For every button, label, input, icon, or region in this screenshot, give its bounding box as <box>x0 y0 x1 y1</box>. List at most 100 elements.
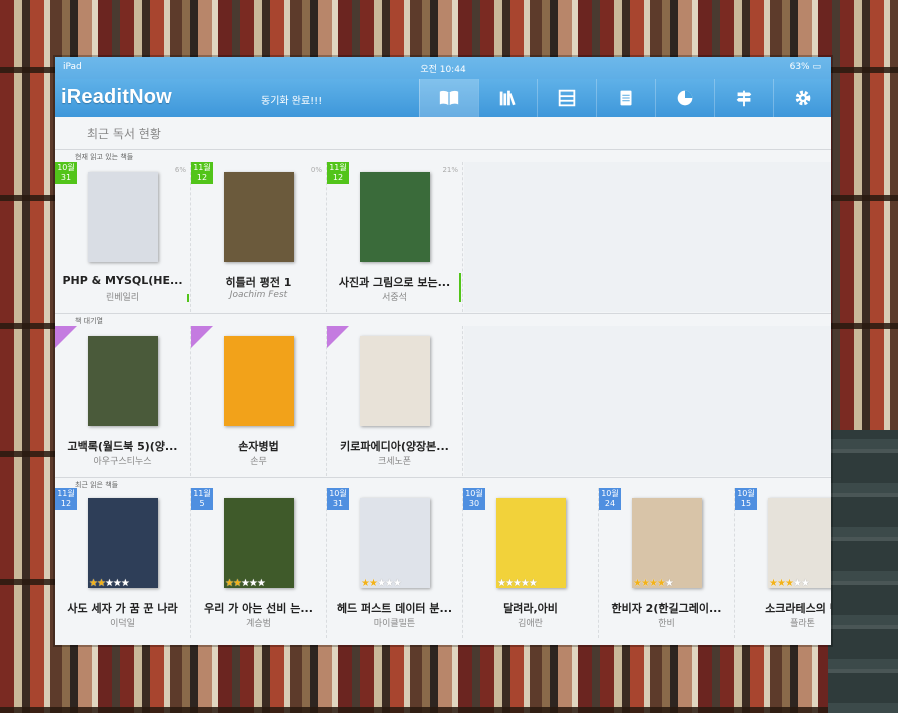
book-cover[interactable] <box>496 498 566 588</box>
tab-reading-status[interactable] <box>419 79 478 117</box>
book-card[interactable]: 10월 30 ★★★★★ 달려라,아비 김애란 <box>463 488 599 638</box>
date-badge: 10월 31 <box>55 162 77 184</box>
book-card[interactable]: 11월 12 0% 히틀러 평전 1 Joachim Fest <box>191 162 327 312</box>
book-author: 한비 <box>658 619 675 629</box>
reading-books: 10월 31 6% PHP & MYSQL(HE... 린베일리 11월 12 0% 히틀러 평… <box>55 162 463 312</box>
book-author: 계승범 <box>246 619 271 629</box>
queue-flag-icon <box>55 326 77 348</box>
divider <box>55 313 831 314</box>
sync-status: 동기화 완료!!! <box>261 96 323 107</box>
signpost-icon <box>736 90 752 107</box>
book-cover[interactable] <box>224 172 294 262</box>
app-logo: iReaditNow <box>61 86 172 108</box>
date-badge: 11월 12 <box>327 162 349 184</box>
book-card[interactable]: 11월 12 ★★★★★ 사도 세자 가 꿈 꾼 나라이덕일 <box>55 488 191 638</box>
page-title: 최근 독서 현황 <box>87 127 161 141</box>
book-title: 사진과 그림으로 보는... <box>338 276 451 289</box>
rating-stars: ★★★★★ <box>225 578 266 589</box>
book-cover[interactable] <box>360 498 430 588</box>
tab-notes[interactable] <box>596 79 655 117</box>
calendar-grid-icon <box>558 89 576 107</box>
book-author: 이덕일 <box>110 619 135 629</box>
book-card[interactable]: 10월15 ★★★★★ 소크라테스의 변플라톤 <box>735 488 831 638</box>
book-cover[interactable] <box>632 498 702 588</box>
queue-flag-icon <box>327 326 349 348</box>
book-title: 키로파에디아(양장본... <box>340 440 449 453</box>
book-author: 크세노폰 <box>377 457 412 467</box>
date-badge: 11월 5 <box>191 488 213 510</box>
notes-icon <box>620 90 632 106</box>
divider <box>55 477 831 478</box>
rating-stars: ★★★★★ <box>361 578 402 589</box>
gear-icon <box>795 90 811 106</box>
book-author: 마이클밀튼 <box>373 619 416 629</box>
book-title: PHP & MYSQL(HE... <box>62 274 183 287</box>
book-title: 한비자 2(한길그레이... <box>611 602 722 615</box>
battery-indicator: 63% ▭ <box>789 62 821 72</box>
pie-chart-icon <box>677 90 693 106</box>
date-badge: 10월 30 <box>463 488 485 510</box>
book-cover[interactable] <box>88 172 158 262</box>
tab-settings[interactable] <box>773 79 831 117</box>
empty-slot-area <box>464 162 831 312</box>
tab-goals[interactable] <box>714 79 773 117</box>
status-bar: iPad 오전 10:44 63% ▭ <box>55 57 831 79</box>
book-open-icon <box>439 90 459 106</box>
ipad-screen: iPad 오전 10:44 63% ▭ iReaditNow 동기화 완료!!! <box>55 57 831 645</box>
rating-stars: ★★★★★ <box>633 578 674 589</box>
book-cover[interactable] <box>360 172 430 262</box>
rating-stars: ★★★★★ <box>89 578 130 589</box>
tab-library[interactable] <box>478 79 537 117</box>
bookshelf-icon <box>499 90 516 106</box>
queue-flag-icon <box>191 326 213 348</box>
book-author: Joachim Fest <box>229 290 288 300</box>
book-title: 헤드 퍼스트 데이터 분... <box>336 602 453 615</box>
empty-slot-area <box>464 326 831 476</box>
date-badge: 10월 15 <box>735 488 757 510</box>
recent-books: 11월 12 ★★★★★ 사도 세자 가 꿈 꾼 나라이덕일 11월 5 ★★★★★ 우리 가… <box>55 488 831 638</box>
book-cover[interactable] <box>88 498 158 588</box>
tab-bar <box>419 79 831 117</box>
book-title: 손자병법 <box>238 440 279 453</box>
app-header: iReaditNow 동기화 완료!!! <box>55 79 831 117</box>
book-author: 플라톤 <box>790 619 815 629</box>
book-card[interactable]: 11월 12 21% 사진과 그림으로 보는... 서중석 <box>327 162 463 312</box>
progress-percent: 6% <box>174 166 186 174</box>
book-title: 히틀러 평전 1 <box>225 276 292 289</box>
progress-bar <box>459 272 461 302</box>
shelf-label: 책 대기열 <box>75 317 103 325</box>
book-title: 우리 가 아는 선비 는... <box>204 602 313 615</box>
book-author: 서중석 <box>382 293 407 303</box>
book-card[interactable]: 10월 31 6% PHP & MYSQL(HE... 린베일리 <box>55 162 191 312</box>
book-card[interactable]: 10월 24 ★★★★★ 한비자 2(한길그레이... 한비 <box>599 488 735 638</box>
rating-stars: ★★★★★ <box>769 578 810 589</box>
battery-percent: 63% <box>789 62 810 72</box>
book-card[interactable]: 키로파에디아(양장본... 크세노폰 <box>327 326 463 476</box>
book-card[interactable]: 손자병법손무 <box>191 326 327 476</box>
progress-percent: 21% <box>442 166 458 174</box>
queue-books: 고백록(월드북 5)(양... 아우구스티누스 손자병법 손무 키로파에디아(양장본..… <box>55 326 463 476</box>
date-badge: 10월 24 <box>599 488 621 510</box>
progress-percent: 0% <box>310 166 322 174</box>
book-author: 아우구스티누스 <box>93 457 152 467</box>
book-title: 고백록(월드북 5)(양... <box>67 440 178 453</box>
tab-calendar[interactable] <box>537 79 596 117</box>
divider <box>55 149 831 150</box>
book-card[interactable]: 10월 31 ★★★★★ 헤드 퍼스트 데이터 분... 마이클밀튼 <box>327 488 463 638</box>
book-cover[interactable] <box>224 498 294 588</box>
progress-bar <box>187 293 189 302</box>
book-author: 손무 <box>250 457 267 467</box>
rating-stars: ★★★★★ <box>497 578 538 589</box>
book-cover[interactable] <box>224 336 294 426</box>
book-cover[interactable] <box>768 498 831 588</box>
book-title: 사도 세자 가 꿈 꾼 나라 <box>67 602 178 615</box>
book-card[interactable]: 11월 5 ★★★★★ 우리 가 아는 선비 는... 계승범 <box>191 488 327 638</box>
book-title: 소크라테스의 변 <box>765 602 831 615</box>
tab-statistics[interactable] <box>655 79 714 117</box>
book-cover[interactable] <box>88 336 158 426</box>
book-author: 린베일리 <box>105 293 140 303</box>
date-badge: 11월 12 <box>55 488 77 510</box>
book-cover[interactable] <box>360 336 430 426</box>
date-badge: 10월 31 <box>327 488 349 510</box>
book-card[interactable]: 고백록(월드북 5)(양... 아우구스티누스 <box>55 326 191 476</box>
